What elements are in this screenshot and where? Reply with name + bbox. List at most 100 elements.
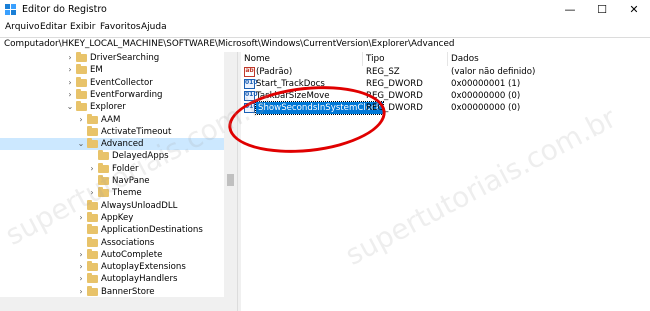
column-header-type[interactable]: Tipo [363, 52, 448, 66]
tree-item[interactable]: › EventForwarding [0, 88, 224, 101]
chevron-right-icon[interactable]: › [66, 89, 74, 101]
chevron-right-icon[interactable]: › [66, 52, 74, 64]
tree-item[interactable]: › AutoplayExtensions [0, 261, 224, 273]
close-button[interactable]: ✕ [618, 0, 650, 20]
menu-bar: Arquivo Editar Exibir Favoritos Ajuda [0, 20, 650, 37]
tree-item-label: ApplicationDestinations [101, 225, 203, 236]
folder-icon [76, 76, 87, 87]
folder-icon [76, 64, 87, 75]
column-header-name[interactable]: Nome [241, 52, 363, 66]
tree-item[interactable]: Associations [0, 236, 224, 249]
string-value-icon: ab [244, 67, 255, 77]
maximize-button[interactable]: ☐ [586, 0, 618, 20]
tree-item-label: EM [90, 65, 103, 76]
chevron-down-icon[interactable]: ⌄ [77, 138, 85, 150]
menu-exibir[interactable]: Exibir [70, 22, 95, 32]
tree-item-label: ActivateTimeout [101, 126, 172, 137]
tree-item-label: AutoplayHandlers [101, 274, 178, 285]
tree-item-label: BannerStore [101, 286, 155, 297]
chevron-right-icon[interactable]: › [77, 286, 85, 298]
tree-item-label: NavPane [112, 176, 150, 186]
tree-item[interactable]: › BannerStore [0, 285, 224, 298]
tree-item-label: EventCollector [90, 77, 153, 88]
minimize-button[interactable]: — [554, 0, 586, 20]
chevron-down-icon[interactable]: ⌄ [66, 101, 74, 113]
folder-icon [87, 224, 98, 235]
value-row[interactable]: ab (Padrão) REG_SZ (valor não definido) [241, 66, 650, 78]
folder-icon [87, 113, 98, 124]
tree-item[interactable]: › EM [0, 64, 224, 76]
tree-item[interactable]: › EventCollector [0, 76, 224, 89]
tree-item[interactable]: ActivateTimeout [0, 125, 224, 138]
tree-item-label: AAM [101, 114, 121, 125]
tree-vertical-scrollbar[interactable] [224, 52, 237, 297]
address-bar[interactable]: Computador\HKEY_LOCAL_MACHINE\SOFTWARE\M… [0, 37, 650, 53]
value-data: 0x00000001 (1) [451, 79, 521, 89]
title-bar: Editor do Registro — ☐ ✕ [0, 0, 650, 20]
chevron-right-icon[interactable]: › [88, 163, 96, 175]
chevron-right-icon[interactable]: › [77, 212, 85, 224]
tree-item-label: Explorer [90, 102, 126, 113]
menu-ajuda[interactable]: Ajuda [141, 22, 167, 32]
tree-item-label: Advanced [101, 139, 144, 150]
tree-item[interactable]: › DriverSearching [0, 52, 224, 64]
chevron-right-icon[interactable]: › [77, 114, 85, 126]
tree-item-label: AppKey [101, 212, 134, 223]
tree-item-label: Theme [112, 188, 142, 199]
folder-icon [87, 273, 98, 284]
column-header-data[interactable]: Dados [448, 52, 650, 66]
folder-icon [76, 101, 87, 112]
tree-item[interactable]: › AutoplayHandlers [0, 273, 224, 285]
tree-item[interactable]: AlwaysUnloadDLL [0, 199, 224, 212]
value-type: REG_SZ [366, 67, 400, 77]
value-type: REG_DWORD [366, 79, 423, 89]
tree-horizontal-scrollbar[interactable] [0, 297, 237, 311]
tree-item[interactable]: ApplicationDestinations [0, 224, 224, 236]
tree-item[interactable]: › AppKey [0, 211, 224, 224]
tree-item[interactable]: › AAM [0, 113, 224, 126]
folder-icon [87, 125, 98, 136]
chevron-right-icon[interactable]: › [77, 261, 85, 273]
tree-item[interactable]: DelayedApps [0, 150, 224, 162]
tree-scroll-thumb[interactable] [227, 174, 234, 186]
folder-icon [98, 187, 109, 198]
value-data: (valor não definido) [451, 67, 536, 77]
folder-icon [87, 261, 98, 272]
folder-icon [87, 199, 98, 210]
binary-value-icon: 010 [244, 79, 258, 89]
tree-item[interactable]: ⌄ Advanced [0, 138, 224, 151]
chevron-right-icon[interactable]: › [77, 273, 85, 285]
folder-icon [98, 150, 109, 161]
tree-item[interactable]: NavPane [0, 175, 224, 187]
tree-item-label: AlwaysUnloadDLL [101, 200, 178, 211]
folder-icon [87, 285, 98, 296]
menu-arquivo[interactable]: Arquivo [5, 22, 39, 32]
folder-icon [98, 175, 109, 185]
tree-item[interactable]: › Folder [0, 162, 224, 175]
menu-favoritos[interactable]: Favoritos [100, 22, 141, 32]
value-name: (Padrão) [256, 67, 293, 77]
folder-icon [87, 248, 98, 259]
folder-icon [87, 211, 98, 222]
chevron-right-icon[interactable]: › [66, 64, 74, 76]
folder-icon [76, 52, 87, 62]
chevron-right-icon[interactable]: › [77, 249, 85, 261]
tree-item-label: DriverSearching [90, 53, 160, 63]
menu-editar[interactable]: Editar [40, 22, 67, 32]
address-path: Computador\HKEY_LOCAL_MACHINE\SOFTWARE\M… [4, 39, 455, 49]
folder-icon [76, 88, 87, 99]
chevron-right-icon[interactable]: › [88, 187, 96, 199]
tree-item-label: Folder [112, 163, 139, 174]
chevron-right-icon[interactable]: › [66, 77, 74, 89]
value-data: 0x00000000 (0) [451, 91, 521, 101]
window-title: Editor do Registro [22, 4, 107, 15]
tree-item[interactable]: ⌄ Explorer [0, 101, 224, 113]
tree-item-label: AutoComplete [101, 249, 163, 260]
key-tree[interactable]: › DriverSearching › EM › EventCollector › Event… [0, 52, 237, 311]
tree-item[interactable]: › AutoComplete [0, 248, 224, 261]
value-data: 0x00000000 (0) [451, 103, 521, 113]
folder-icon [87, 236, 98, 247]
tree-item[interactable]: › Theme [0, 187, 224, 199]
tree-item-label: DelayedApps [112, 151, 169, 162]
tree-item-label: Associations [101, 237, 155, 248]
